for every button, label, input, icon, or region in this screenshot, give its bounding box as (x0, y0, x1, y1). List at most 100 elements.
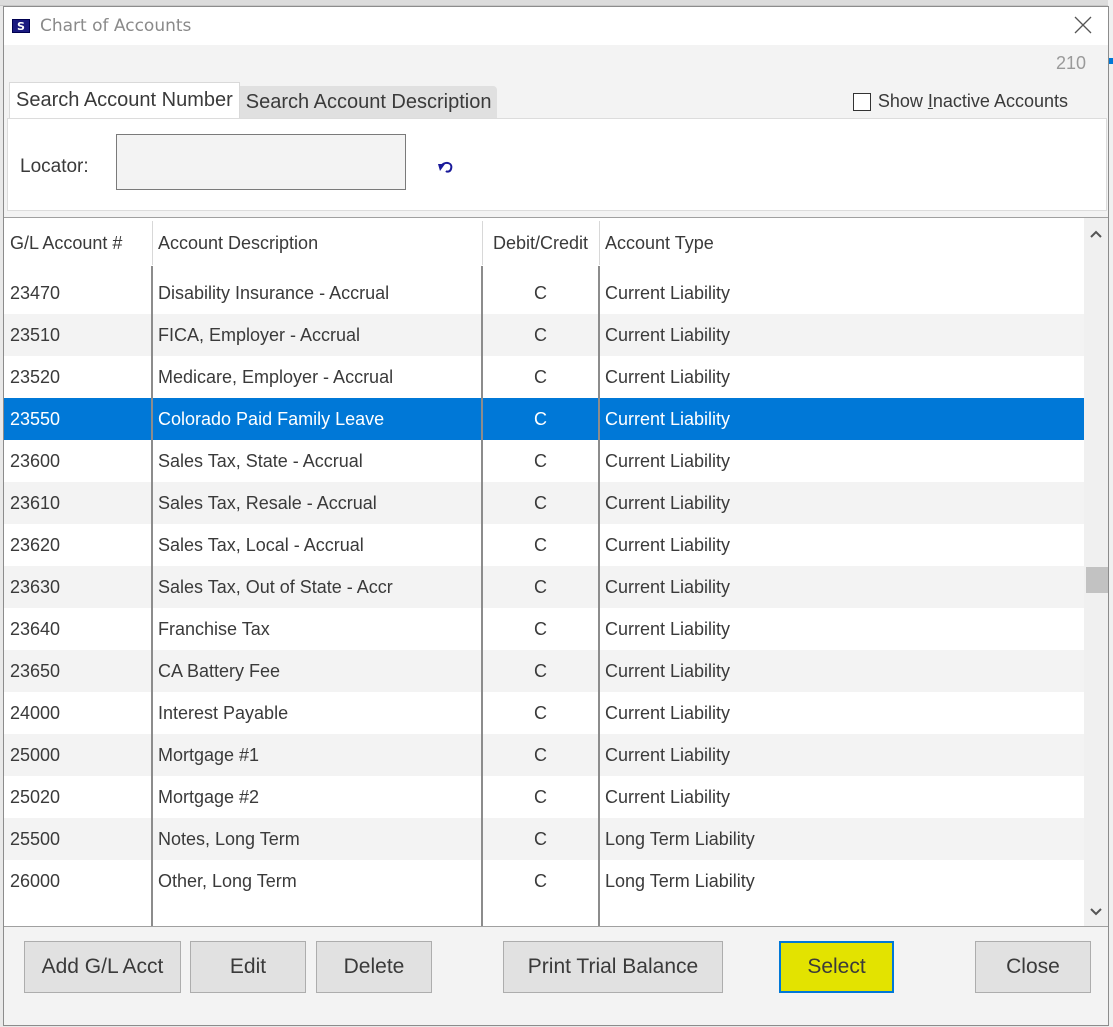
description-cell: Interest Payable (158, 702, 289, 723)
account-type-cell: Current Liability (605, 618, 731, 639)
table-row[interactable]: 23620 Sales Tax, Local - Accrual C Current … (4, 524, 1084, 566)
account-number-cell: 23630 (10, 576, 61, 597)
table-row[interactable]: 24000 Interest Payable C Current Liability (4, 692, 1084, 734)
locator-label: Locator: (20, 156, 89, 177)
description-cell: Other, Long Term (158, 870, 297, 891)
chart-of-accounts-dialog: S Chart of Accounts 210 Search Account N… (3, 6, 1109, 1026)
account-type-cell: Current Liability (605, 660, 731, 681)
account-number-cell: 25500 (10, 828, 61, 849)
print-trial-balance-button[interactable]: Print Trial Balance (503, 941, 723, 993)
table-row[interactable]: 26000 Other, Long Term C Long Term Liabilit… (4, 860, 1084, 902)
table-row[interactable]: 25500 Notes, Long Term C Long Term Liabilit… (4, 818, 1084, 860)
account-type-cell: Current Liability (605, 702, 731, 723)
debit-credit-cell: C (534, 408, 547, 429)
description-cell: Franchise Tax (158, 618, 270, 639)
vertical-scrollbar[interactable] (1084, 218, 1108, 926)
close-button[interactable]: Close (975, 941, 1091, 993)
debit-credit-cell: C (534, 828, 547, 849)
s-logo-icon: S (12, 19, 30, 33)
column-divider (151, 266, 153, 926)
table-row[interactable]: 23520 Medicare, Employer - Accrual C Curren… (4, 356, 1084, 398)
title-bar: S Chart of Accounts (4, 7, 1108, 45)
table-row[interactable]: 23550 Colorado Paid Family Leave C Current … (4, 398, 1084, 440)
account-number-cell: 23640 (10, 618, 61, 639)
account-type-cell: Current Liability (605, 576, 731, 597)
account-number-cell: 23620 (10, 534, 61, 555)
column-header-account-number[interactable]: G/L Account # (4, 221, 152, 265)
tab-search-account-description[interactable]: Search Account Description (239, 86, 498, 118)
checkbox-box[interactable] (852, 92, 871, 111)
debit-credit-cell: C (534, 660, 547, 681)
delete-button[interactable]: Delete (316, 941, 432, 993)
account-type-cell: Current Liability (605, 366, 731, 387)
debit-credit-cell: C (534, 492, 547, 513)
show-inactive-label: Show Inactive Accounts (877, 91, 1068, 111)
table-row[interactable]: 23610 Sales Tax, Resale - Accrual C Current… (4, 482, 1084, 524)
account-type-cell: Current Liability (605, 282, 731, 303)
table-row[interactable]: 25000 Mortgage #1 C Current Liability (4, 734, 1084, 776)
debit-credit-cell: C (534, 786, 547, 807)
debit-credit-cell: C (534, 282, 547, 303)
search-tabs: Search Account Number Search Account Des… (9, 82, 498, 118)
description-cell: Mortgage #1 (158, 744, 260, 765)
debit-credit-cell: C (534, 534, 547, 555)
account-number-cell: 23610 (10, 492, 61, 513)
scroll-thumb[interactable] (1086, 567, 1108, 593)
column-header-account-type[interactable]: Account Type (599, 221, 1084, 265)
locator-input[interactable] (116, 134, 406, 190)
account-number-cell: 23470 (10, 282, 61, 303)
account-number-cell: 24000 (10, 702, 61, 723)
account-number-cell: 23650 (10, 660, 61, 681)
debit-credit-cell: C (534, 576, 547, 597)
select-button[interactable]: Select (779, 941, 894, 993)
edit-button[interactable]: Edit (190, 941, 306, 993)
account-number-cell: 25000 (10, 744, 61, 765)
account-type-cell: Current Liability (605, 534, 731, 555)
description-cell: Sales Tax, Local - Accrual (158, 534, 364, 555)
table-row[interactable]: 23600 Sales Tax, State - Accrual C Current … (4, 440, 1084, 482)
search-panel: Locator: (7, 118, 1107, 211)
description-cell: Notes, Long Term (158, 828, 300, 849)
column-header-description[interactable]: Account Description (152, 221, 482, 265)
header-divider (152, 221, 153, 265)
accounts-grid: G/L Account # Account Description Debit/… (4, 217, 1108, 927)
table-row[interactable]: 23640 Franchise Tax C Current Liability (4, 608, 1084, 650)
column-header-debit-credit[interactable]: Debit/Credit (482, 221, 599, 265)
debit-credit-cell: C (534, 366, 547, 387)
account-number-cell: 25020 (10, 786, 61, 807)
debit-credit-cell: C (534, 702, 547, 723)
debit-credit-cell: C (534, 870, 547, 891)
description-cell: Disability Insurance - Accrual (158, 282, 390, 303)
account-type-cell: Current Liability (605, 492, 731, 513)
account-type-cell: Current Liability (605, 786, 731, 807)
debit-credit-cell: C (534, 324, 547, 345)
close-icon[interactable] (1072, 14, 1094, 36)
add-gl-account-button[interactable]: Add G/L Acct (24, 941, 181, 993)
account-type-cell: Long Term Liability (605, 828, 755, 849)
table-row[interactable]: 25020 Mortgage #2 C Current Liability (4, 776, 1084, 818)
description-cell: Colorado Paid Family Leave (158, 408, 385, 429)
description-cell: Sales Tax, Out of State - Accr (158, 576, 393, 597)
table-row[interactable]: 23630 Sales Tax, Out of State - Accr C Curr… (4, 566, 1084, 608)
table-row[interactable]: 23650 CA Battery Fee C Current Liability (4, 650, 1084, 692)
undo-icon[interactable] (436, 160, 456, 176)
account-type-cell: Long Term Liability (605, 870, 755, 891)
description-cell: Sales Tax, State - Accrual (158, 450, 363, 471)
table-row[interactable]: 23510 FICA, Employer - Accrual C Current Li… (4, 314, 1084, 356)
table-row[interactable]: 23470 Disability Insurance - Accrual C Curr… (4, 272, 1084, 314)
scroll-up-icon[interactable] (1084, 222, 1108, 246)
description-cell: FICA, Employer - Accrual (158, 324, 361, 345)
column-divider (481, 266, 483, 926)
description-cell: Sales Tax, Resale - Accrual (158, 492, 377, 513)
scroll-down-icon[interactable] (1084, 900, 1108, 924)
account-type-cell: Current Liability (605, 408, 731, 429)
description-cell: Medicare, Employer - Accrual (158, 366, 394, 387)
show-inactive-accounts-checkbox[interactable]: Show Inactive Accounts (852, 91, 1068, 112)
account-type-cell: Current Liability (605, 324, 731, 345)
grid-header: G/L Account # Account Description Debit/… (4, 221, 1084, 265)
column-divider (598, 266, 600, 926)
window-title: Chart of Accounts (40, 16, 192, 36)
account-number-cell: 23600 (10, 450, 61, 471)
tab-search-account-number[interactable]: Search Account Number (9, 82, 240, 118)
debit-credit-cell: C (534, 618, 547, 639)
